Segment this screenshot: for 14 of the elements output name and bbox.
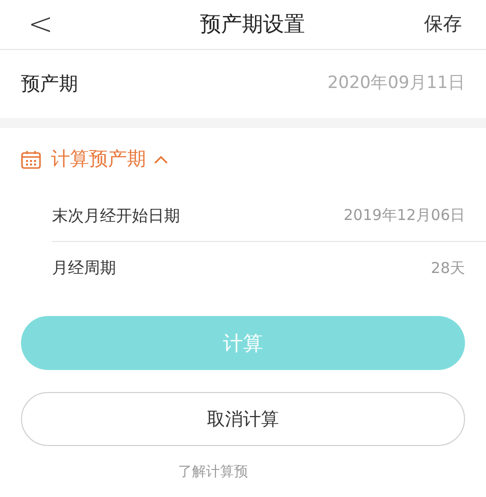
due-date-label: 预产期 [21, 72, 78, 97]
cancel-button[interactable]: 取消计算 [21, 392, 465, 446]
section-title[interactable]: 计算预产期 [51, 144, 146, 174]
calendar-icon [21, 150, 41, 168]
back-button[interactable]: < [28, 10, 54, 40]
row-value[interactable]: 28天 [430, 256, 465, 280]
page-title: 预产期设置 [199, 10, 306, 38]
info-link[interactable]: 了解计算预 [178, 462, 248, 483]
due-date-value[interactable]: 2020年09月11日 [327, 71, 465, 97]
save-button[interactable]: 保存 [424, 10, 462, 39]
row-label: 月经周期 [52, 257, 116, 279]
row-value[interactable]: 2019年12月06日 [344, 204, 465, 227]
calculate-button[interactable]: 计算 [21, 316, 465, 370]
row-label: 末次月经开始日期 [52, 204, 180, 226]
